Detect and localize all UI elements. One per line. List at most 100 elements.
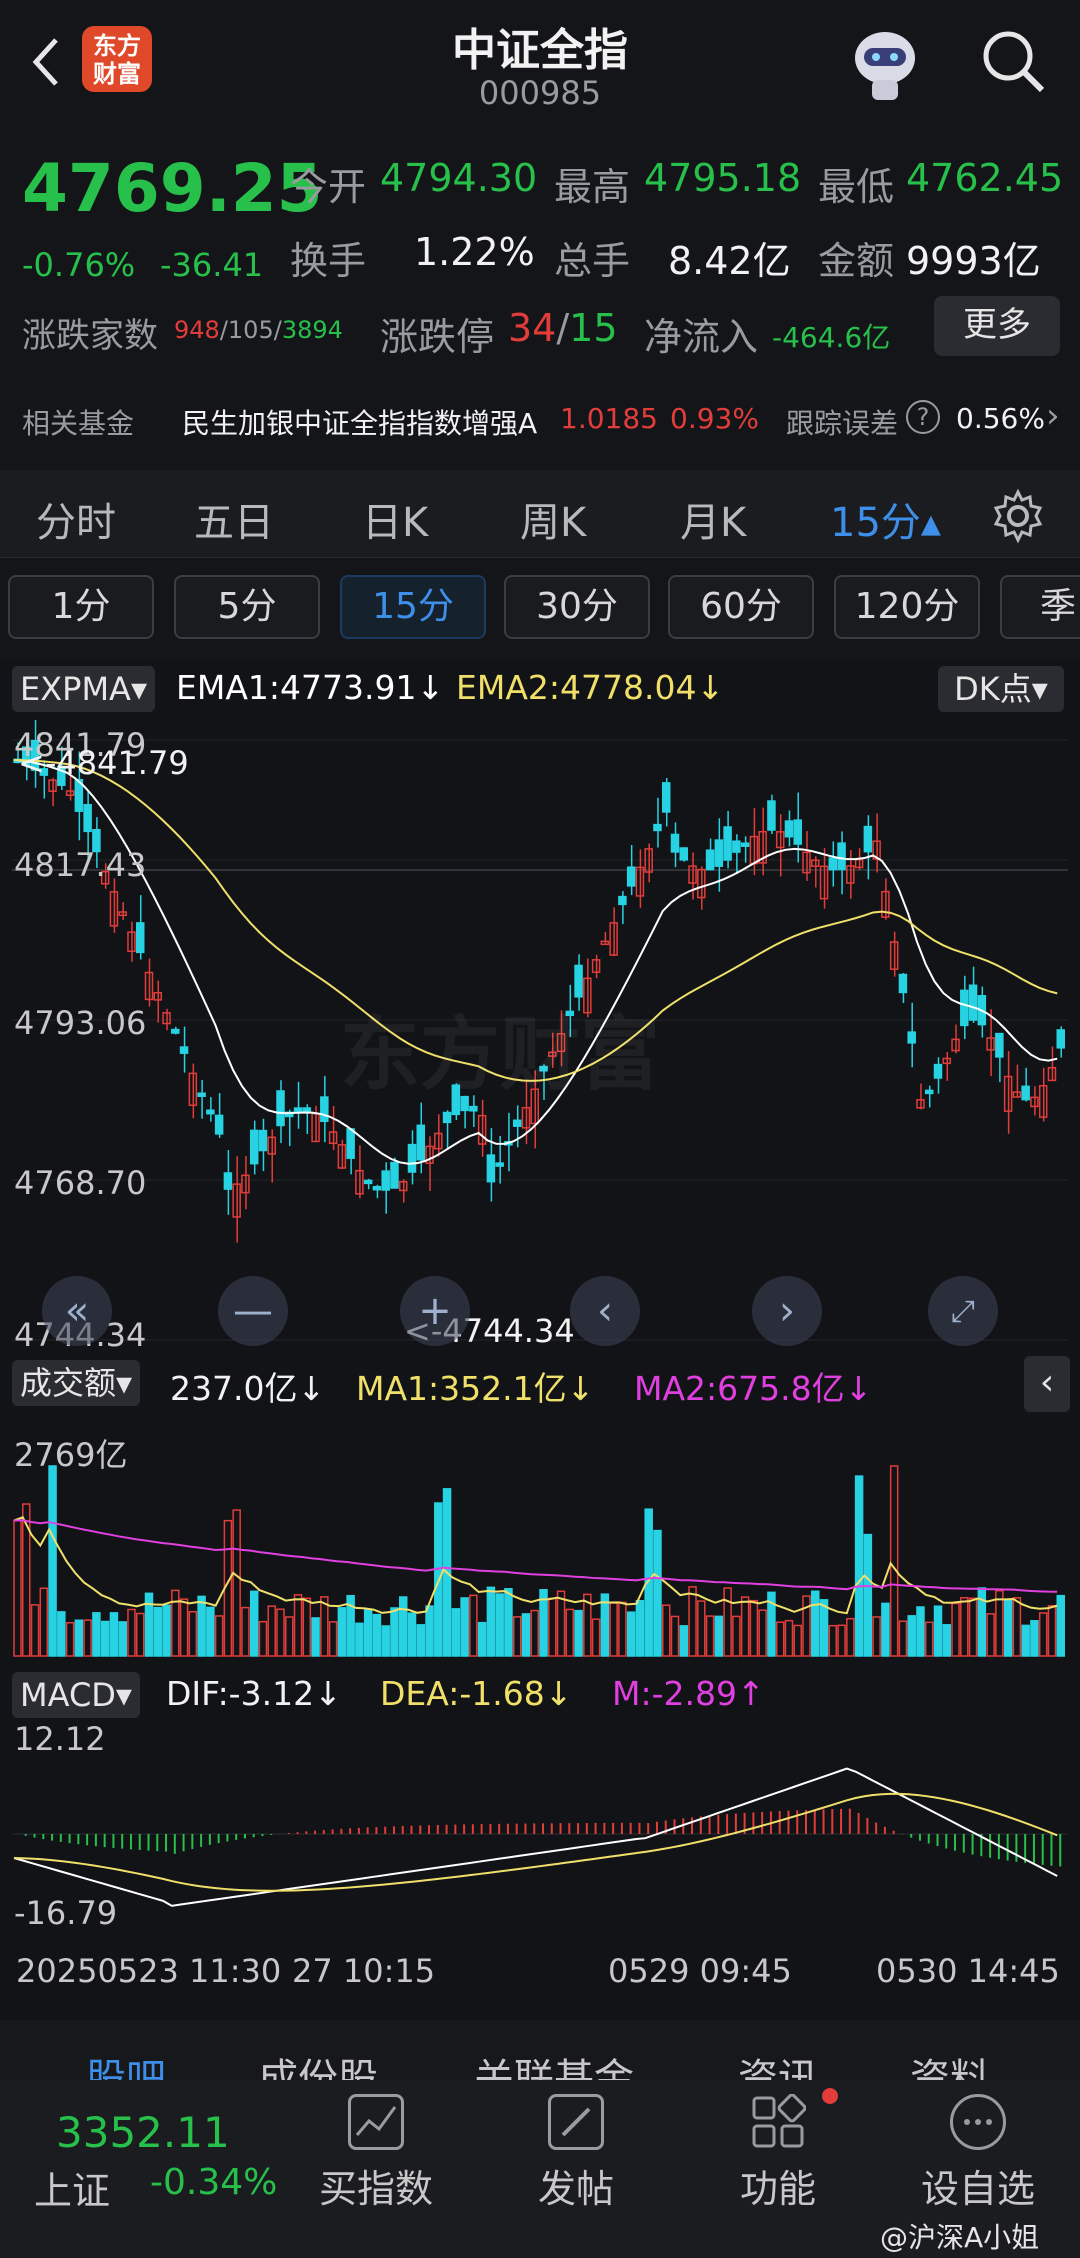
candle xyxy=(48,777,57,807)
volume-bar xyxy=(144,1592,154,1657)
robot-avatar-icon[interactable] xyxy=(840,18,930,108)
scroll-left-icon[interactable]: ‹ xyxy=(570,1276,640,1346)
volume-bar xyxy=(451,1608,461,1657)
candle xyxy=(267,1129,276,1183)
candle xyxy=(249,1120,259,1175)
tab-guba[interactable]: 股吧 xyxy=(86,2046,166,2080)
volume-bar xyxy=(153,1606,163,1657)
post-button[interactable]: 发帖 xyxy=(506,2080,646,2213)
tracking-value: 0.56% xyxy=(956,402,1045,435)
volume-bar xyxy=(661,1604,671,1657)
candle xyxy=(986,1009,995,1077)
volume-bar xyxy=(548,1597,557,1657)
zoom-out-icon[interactable]: — xyxy=(218,1276,288,1346)
tab-fenshi[interactable]: 分时 xyxy=(36,490,116,548)
low-label: 最低 xyxy=(818,165,895,209)
candle xyxy=(293,1081,303,1129)
macd-top-label: 12.12 xyxy=(14,1720,106,1758)
app-logo: 东方财富 xyxy=(82,26,152,92)
question-icon[interactable]: ? xyxy=(906,400,940,434)
volume-bar xyxy=(846,1617,855,1657)
tab-profile[interactable]: 资料 xyxy=(910,2046,990,2080)
volume-bar xyxy=(951,1602,960,1657)
search-icon[interactable] xyxy=(978,26,1048,96)
candle xyxy=(653,797,662,848)
gear-icon[interactable] xyxy=(990,488,1046,544)
buy-index-button[interactable]: 买指数 xyxy=(306,2080,446,2213)
volume-bar xyxy=(819,1599,829,1657)
dk-point-button[interactable]: DK点▾ xyxy=(938,666,1064,712)
fullscreen-icon[interactable]: ⤢ xyxy=(928,1276,998,1346)
tab-news[interactable]: 资讯 xyxy=(738,2046,818,2080)
add-watchlist-button[interactable]: 设自选 xyxy=(908,2080,1048,2213)
volume-bar xyxy=(924,1621,934,1657)
candle xyxy=(732,834,741,875)
chip-60min[interactable]: 60分 xyxy=(668,575,814,639)
tab-related-funds[interactable]: 关联基金 xyxy=(474,2046,634,2080)
fund-row[interactable]: 相关基金 民生加银中证全指指数增强A 1.0185 0.93% 跟踪误差 ? 0… xyxy=(0,380,1080,460)
volume-bar xyxy=(30,1604,40,1657)
volume-bar xyxy=(907,1615,916,1657)
current-price: 4769.25 xyxy=(22,150,323,227)
candle xyxy=(477,1099,487,1157)
zoom-in-icon[interactable]: + xyxy=(400,1276,470,1346)
macd-m: M:-2.89↑ xyxy=(612,1674,765,1713)
volume-bar xyxy=(320,1596,329,1657)
volume-bar xyxy=(39,1587,49,1657)
change-amount: -36.41 xyxy=(160,246,264,284)
chip-15min[interactable]: 15分 xyxy=(340,575,486,639)
more-button[interactable]: 更多 xyxy=(934,296,1060,356)
volume-bar xyxy=(48,1465,57,1657)
volume-bar xyxy=(197,1595,206,1657)
candle xyxy=(846,850,855,899)
macd-selector[interactable]: MACD▾ xyxy=(12,1672,140,1718)
chip-1min[interactable]: 1分 xyxy=(8,575,154,639)
chart-area[interactable]: EXPMA▾ EMA1:4773.91↓ EMA2:4778.04↓ DK点▾ … xyxy=(0,660,1080,2020)
volume-bar xyxy=(381,1625,390,1657)
y-label-4: 4768.70 xyxy=(14,1164,147,1202)
functions-button[interactable]: 功能 xyxy=(708,2080,848,2213)
candle xyxy=(144,958,154,1007)
tab-15min[interactable]: 15分▴ xyxy=(830,490,941,548)
volume-bar xyxy=(100,1620,110,1657)
volume-bar xyxy=(618,1601,627,1657)
candle xyxy=(337,1139,347,1170)
tracking-label: 跟踪误差 xyxy=(786,407,899,440)
shanghai-index-ticker[interactable]: 3352.11 上证 -0.34% xyxy=(0,2080,290,2258)
volume-bar xyxy=(811,1590,820,1657)
candle xyxy=(258,1118,268,1172)
chip-30min[interactable]: 30分 xyxy=(504,575,650,639)
volume-bar xyxy=(591,1618,601,1657)
volume-bar xyxy=(241,1606,250,1657)
volume-bar xyxy=(521,1613,531,1657)
volume-bar xyxy=(416,1624,426,1657)
open-value: 4794.30 xyxy=(380,156,538,200)
low-value: 4762.45 xyxy=(906,156,1064,200)
volume-bar xyxy=(740,1596,750,1657)
chip-5min[interactable]: 5分 xyxy=(174,575,320,639)
chip-120min[interactable]: 120分 xyxy=(834,575,980,639)
tab-week-k[interactable]: 周K xyxy=(520,490,586,548)
tab-month-k[interactable]: 月K xyxy=(680,490,746,548)
tab-constituents[interactable]: 成份股 xyxy=(258,2046,378,2080)
scroll-left-fast-icon[interactable]: « xyxy=(42,1276,112,1346)
volume-selector[interactable]: 成交额▾ xyxy=(12,1360,141,1406)
scroll-right-icon[interactable]: › xyxy=(752,1276,822,1346)
breadth-label: 涨跌家数 xyxy=(22,316,158,356)
candle xyxy=(1056,1026,1065,1058)
candle xyxy=(1021,1067,1030,1102)
collapse-panel-icon[interactable]: ‹ xyxy=(1024,1356,1070,1412)
candle xyxy=(425,1136,434,1192)
expma-selector[interactable]: EXPMA▾ xyxy=(12,666,155,712)
candle xyxy=(206,1097,215,1122)
back-icon[interactable] xyxy=(20,30,70,90)
volume-bar xyxy=(960,1597,969,1657)
chip-season[interactable]: 季 xyxy=(1000,575,1080,639)
volume-bar xyxy=(995,1589,1004,1657)
candle xyxy=(355,1145,364,1199)
tab-five-day[interactable]: 五日 xyxy=(194,490,274,548)
y-label-3: 4793.06 xyxy=(14,1004,147,1042)
tab-day-k[interactable]: 日K xyxy=(362,490,428,548)
volume-bar xyxy=(355,1622,364,1657)
volume-bar xyxy=(889,1465,899,1657)
